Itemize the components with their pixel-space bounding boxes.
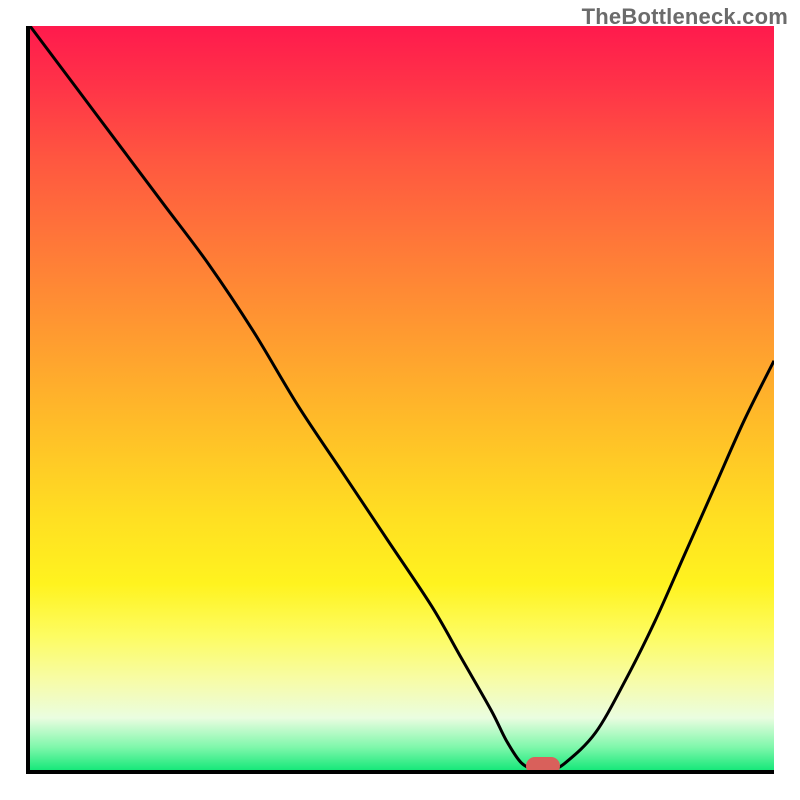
chart-canvas: TheBottleneck.com bbox=[0, 0, 800, 800]
curve-path bbox=[30, 26, 774, 770]
bottleneck-curve bbox=[30, 26, 774, 770]
plot-area bbox=[26, 26, 774, 774]
optimal-marker bbox=[526, 757, 560, 774]
